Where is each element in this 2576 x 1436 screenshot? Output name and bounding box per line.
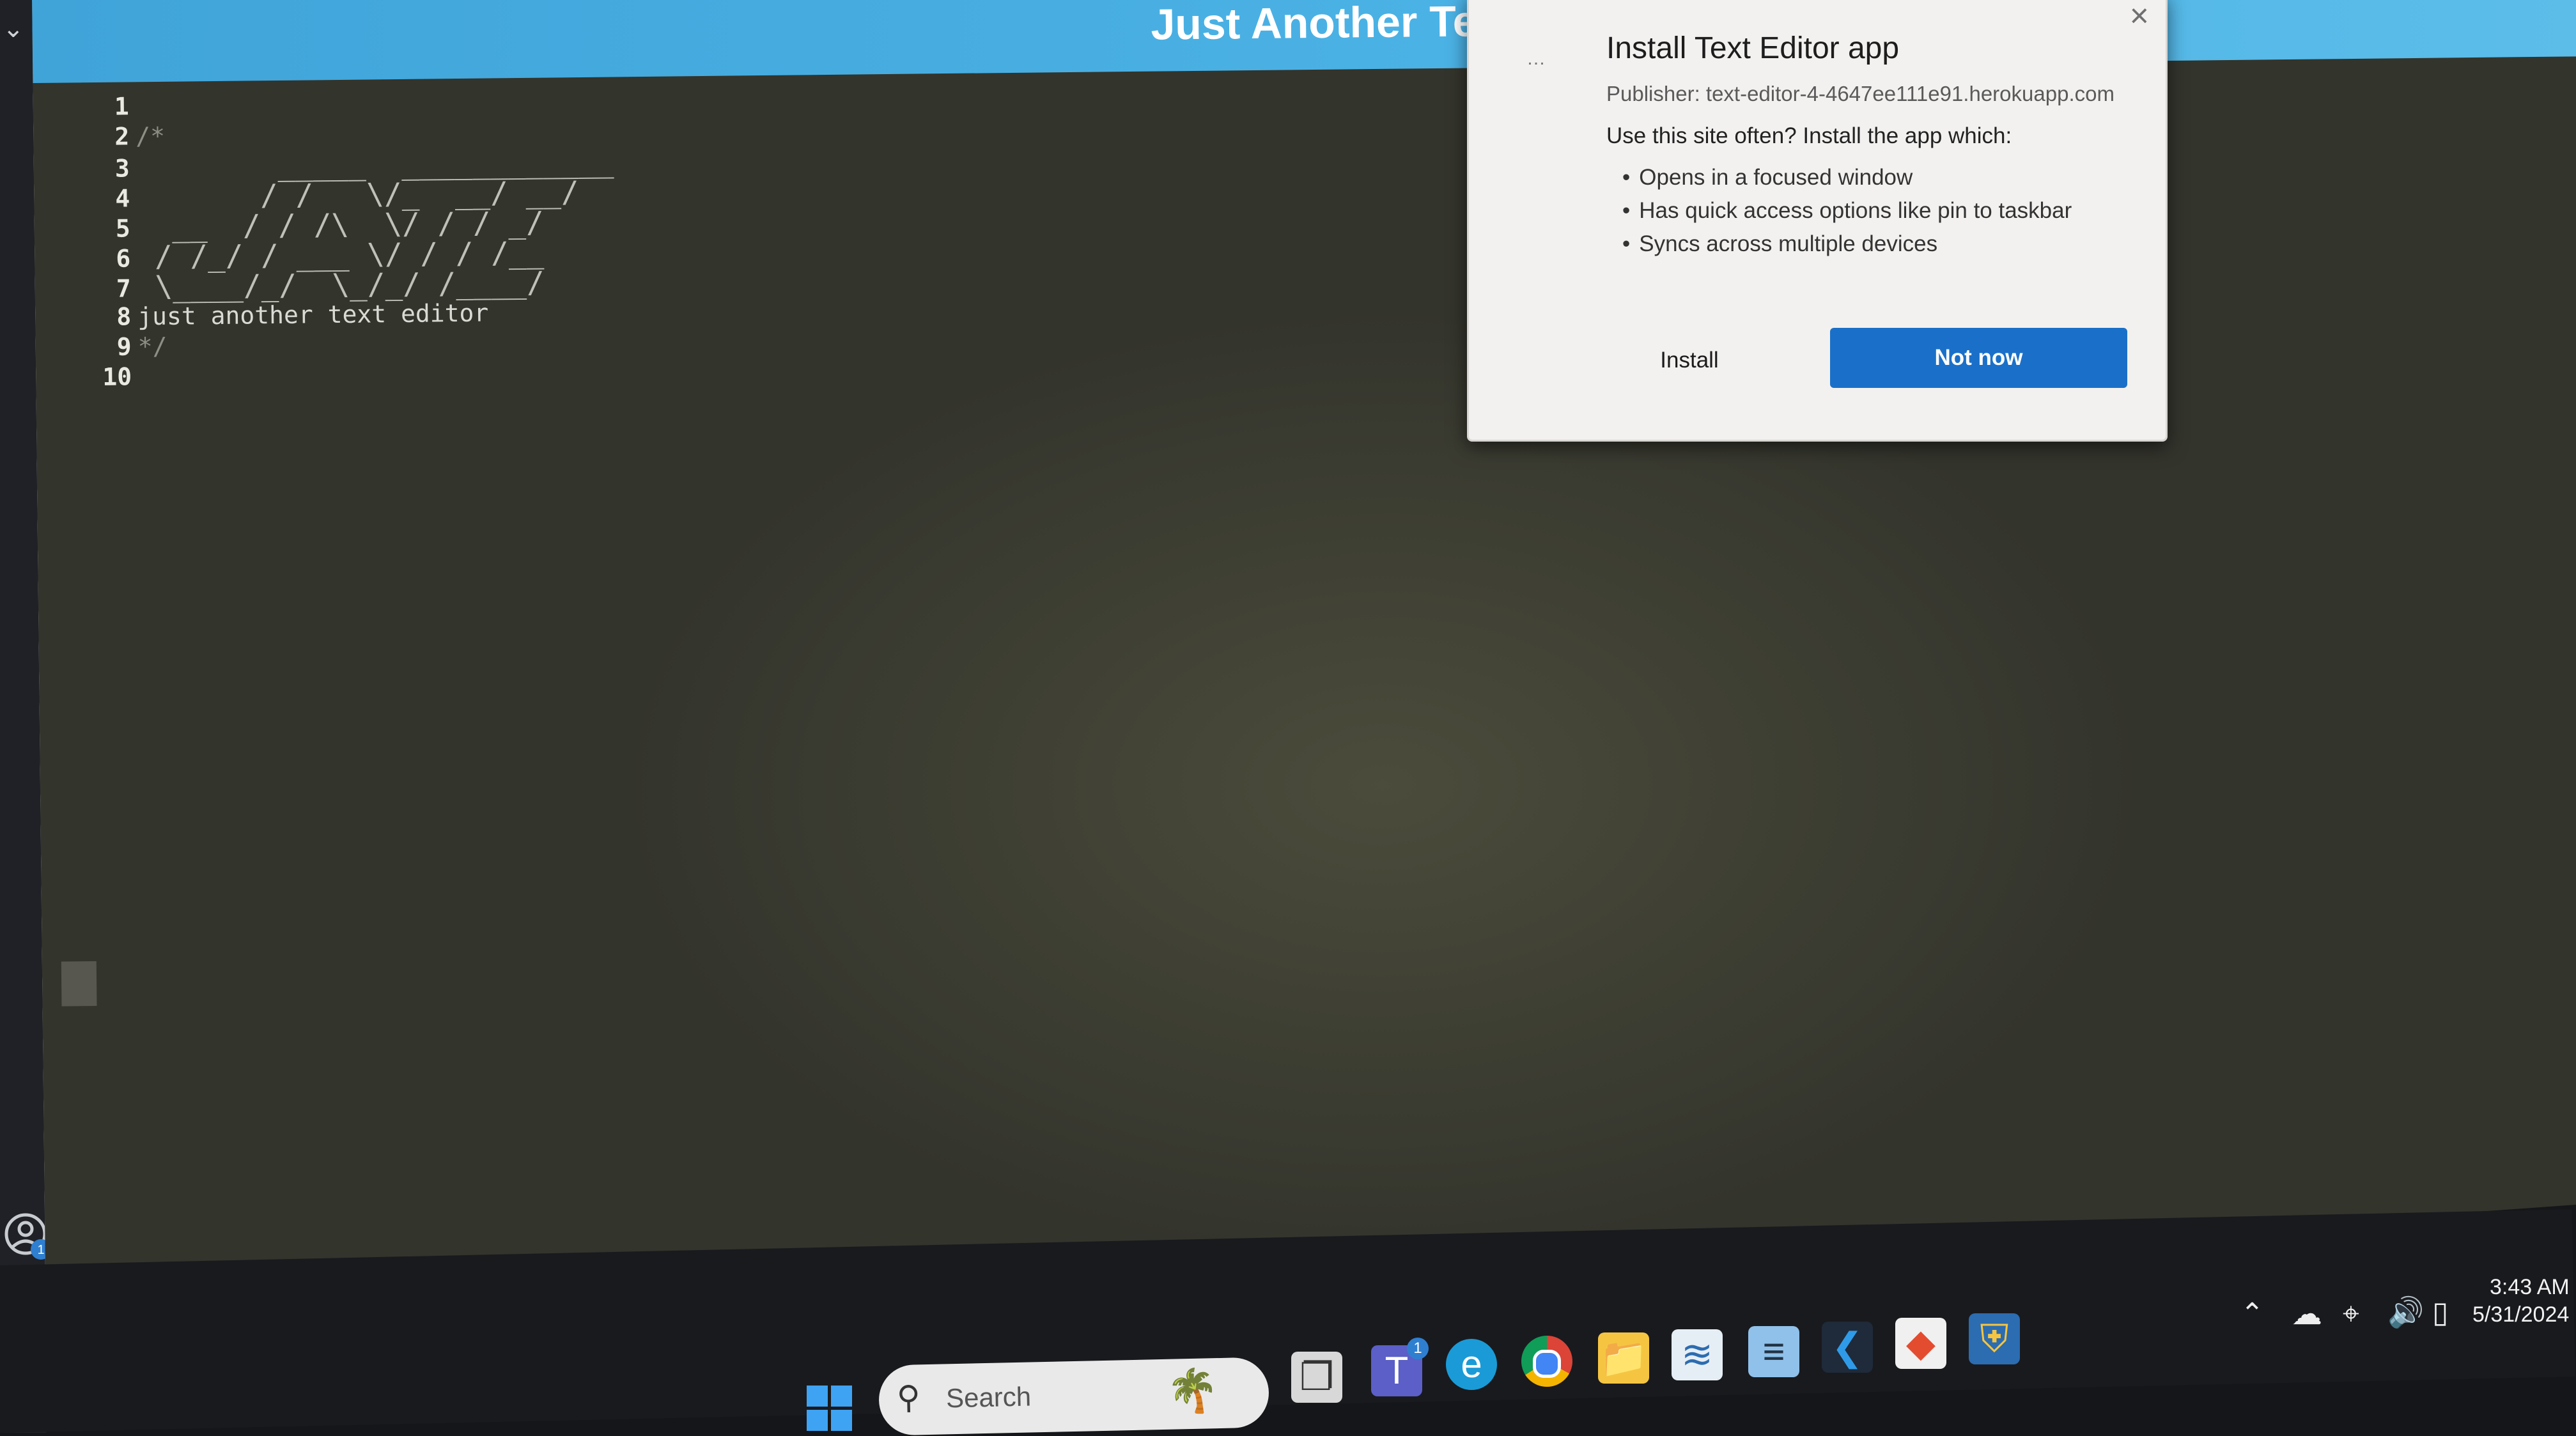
task-view-icon[interactable]: ❐ (1291, 1352, 1342, 1403)
chevron-down-icon[interactable]: ⌄ (3, 14, 24, 43)
screen-glare (610, 297, 2155, 1272)
security-shield-icon[interactable]: ⛨ (1969, 1313, 2020, 1364)
battery-icon[interactable]: ▯ (2432, 1295, 2448, 1329)
line-number: 8 (74, 302, 137, 332)
code-editor[interactable]: 12/*3 _____ ____________4 / / \/_ __/ __… (72, 86, 617, 392)
app-icon-placeholder: … (1526, 48, 1547, 70)
feature-text: Has quick access options like pin to tas… (1639, 198, 2072, 223)
line-number: 6 (73, 243, 137, 274)
vs-code-icon[interactable]: ❮ (1822, 1322, 1873, 1373)
line-number: 2 (72, 121, 136, 152)
feature-text: Syncs across multiple devices (1639, 231, 1937, 256)
page-title: Just Another Te (1151, 0, 1477, 50)
line-number: 1 (72, 91, 136, 122)
performance-monitor-icon[interactable]: ≋ (1672, 1329, 1723, 1380)
code-line[interactable]: 10 (74, 357, 616, 392)
file-explorer-icon[interactable]: 📁 (1598, 1332, 1649, 1384)
line-number: 9 (74, 332, 137, 362)
line-number: 5 (73, 213, 137, 244)
install-app-dialog: × … Install Text Editor app Publisher: t… (1467, 0, 2168, 442)
list-item: •Opens in a focused window (1622, 165, 2072, 198)
volume-icon[interactable]: 🔊 (2387, 1295, 2424, 1330)
line-text: /* (136, 122, 165, 150)
list-item: •Has quick access options like pin to ta… (1622, 198, 2072, 231)
feature-list: •Opens in a focused window •Has quick ac… (1622, 165, 2072, 265)
clock-date[interactable]: 5/31/2024 (2472, 1302, 2569, 1327)
app-header: Just Another Te (32, 0, 2576, 83)
dialog-title: Install Text Editor app (1606, 31, 1899, 66)
line-number: 7 (73, 274, 137, 304)
code-line[interactable]: 7 \____/_/ \_/_/ /____/ (73, 266, 615, 302)
dialog-publisher: Publisher: text-editor-4-4647ee111e91.he… (1606, 82, 2114, 106)
edge-icon[interactable]: e (1446, 1339, 1497, 1390)
notepad-icon[interactable]: ≡ (1748, 1326, 1799, 1377)
search-placeholder: Search (946, 1381, 1032, 1414)
close-icon[interactable]: × (2130, 0, 2149, 33)
dialog-intro: Use this site often? Install the app whi… (1606, 123, 2012, 149)
network-icon[interactable]: ⌖ (2343, 1296, 2359, 1332)
chevron-up-icon[interactable]: ⌃ (2240, 1297, 2264, 1330)
teams-badge: 1 (1407, 1338, 1429, 1359)
line-text: */ (137, 332, 167, 360)
chrome-icon[interactable] (1521, 1336, 1572, 1387)
account-badge: 1 (37, 1243, 44, 1257)
taskbar-search-input[interactable]: ⚲ Search 🌴 (878, 1357, 1269, 1435)
teams-icon[interactable]: T1 (1371, 1345, 1422, 1396)
git-icon[interactable]: ◆ (1895, 1318, 1946, 1369)
install-button[interactable]: Install (1613, 334, 1766, 385)
line-text: just another text editor (137, 299, 489, 331)
list-item: •Syncs across multiple devices (1622, 231, 2072, 265)
scroll-marker (61, 961, 97, 1007)
clock-time[interactable]: 3:43 AM (2490, 1275, 2570, 1300)
app-page: Just Another Te 12/*3 _____ ____________… (32, 0, 2576, 1387)
not-now-button[interactable]: Not now (1830, 328, 2127, 388)
windows-start-icon[interactable] (807, 1386, 853, 1432)
line-number: 10 (74, 362, 138, 392)
cloud-icon[interactable]: ☁ (2292, 1296, 2322, 1332)
search-icon: ⚲ (896, 1378, 920, 1416)
feature-text: Opens in a focused window (1639, 165, 1913, 190)
line-number: 3 (72, 153, 136, 184)
palm-tree-icon: 🌴 (1166, 1366, 1220, 1417)
line-number: 4 (72, 183, 136, 214)
